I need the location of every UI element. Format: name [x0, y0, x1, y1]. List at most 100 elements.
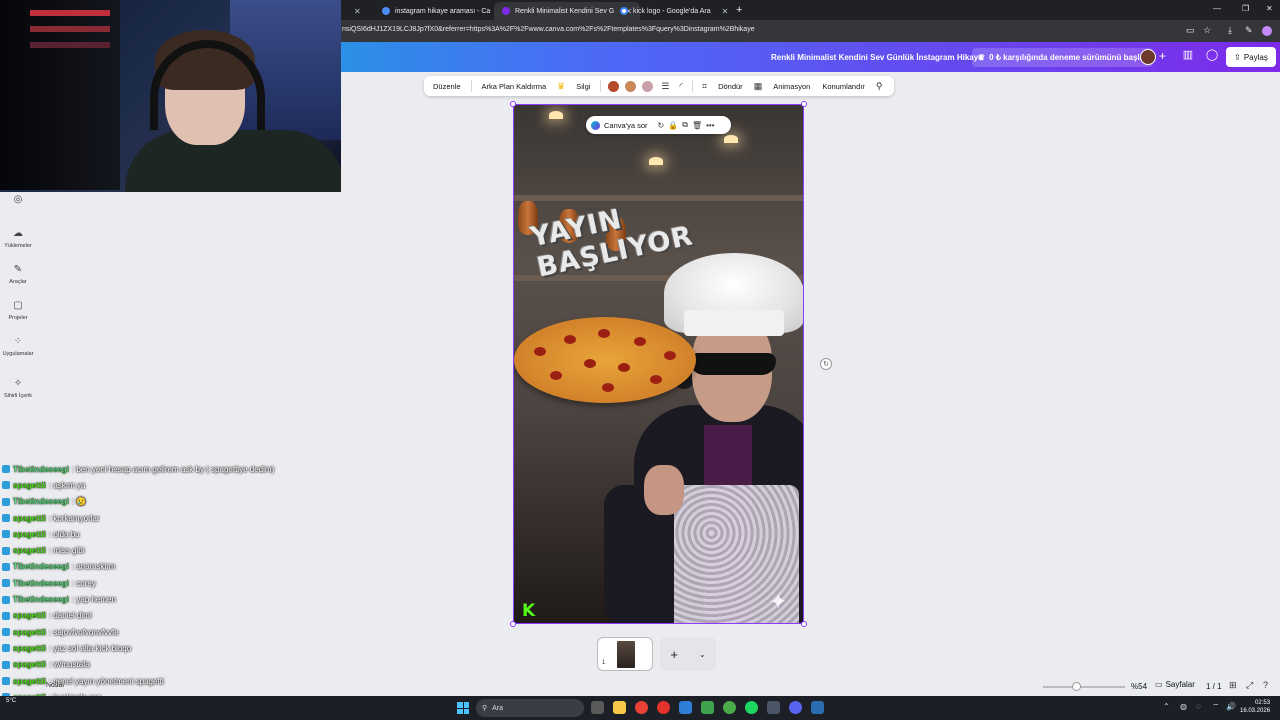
border-style-icon[interactable]: ☰	[657, 81, 673, 92]
chat-username[interactable]: Tibetindeseegi	[13, 464, 69, 473]
tray-app-icon[interactable]: ◍	[1180, 702, 1187, 711]
chat-username[interactable]: spagettii	[13, 676, 46, 685]
help-icon[interactable]: ?	[1263, 680, 1268, 690]
extensions-icon[interactable]: ✎	[1245, 25, 1253, 36]
eraser-button[interactable]: Silgi	[571, 79, 595, 94]
duplicate-icon[interactable]: ⧉	[682, 120, 688, 130]
pages-button[interactable]: ▭ Sayfalar	[1155, 680, 1195, 689]
close-icon[interactable]: ✕	[354, 7, 361, 16]
sidebar-item-uploads[interactable]: ☁ Yüklemeler	[0, 228, 36, 249]
discord-icon[interactable]	[789, 701, 802, 714]
color-swatch[interactable]	[625, 80, 637, 92]
rotate-button[interactable]: Döndür	[713, 79, 748, 94]
color-swatch[interactable]	[642, 80, 654, 92]
weather-widget[interactable]: 5°C	[6, 698, 16, 705]
taskbar-clock[interactable]: 02:53 16.03.2026	[1240, 699, 1270, 715]
maximize-icon[interactable]: ❐	[1242, 4, 1249, 13]
crown-icon: ♛	[978, 53, 986, 62]
app-icon[interactable]	[767, 701, 780, 714]
background-remover-button[interactable]: Arka Plan Kaldırma	[477, 79, 552, 94]
analytics-icon[interactable]: ▥	[1179, 48, 1197, 61]
close-icon[interactable]: ✕	[722, 7, 729, 16]
ceiling-light	[549, 111, 563, 119]
sidebar-item-tools[interactable]: ✎ Araçlar	[0, 264, 36, 285]
sidebar-item-apps[interactable]: ⁘ Uygulamalar	[0, 336, 36, 357]
zoom-slider[interactable]	[1043, 686, 1125, 688]
design-page[interactable]: YAYIN BAŞLIYOR K ✦	[513, 104, 804, 624]
download-icon[interactable]: ⤓	[1228, 25, 1232, 36]
zoom-level[interactable]: %54	[1131, 682, 1147, 691]
sidebar-item-magic[interactable]: ✧ Sihirli İçerik	[0, 378, 36, 399]
grid-view-icon[interactable]: ⊞	[1229, 680, 1237, 691]
chat-username[interactable]: Tibetindeseegi	[13, 579, 69, 588]
start-button[interactable]	[457, 702, 469, 714]
tab-close-prev[interactable]: ✕	[340, 2, 369, 20]
edit-button[interactable]: Düzenle	[428, 79, 466, 94]
wifi-icon[interactable]: ⌔	[1212, 702, 1220, 712]
animate-button[interactable]: Animasyon	[768, 79, 815, 94]
chat-username[interactable]: Tibetindeseegi	[13, 595, 69, 604]
start-trial-button[interactable]: ♛ 0 ₺ karşılığında deneme sürümünü başla…	[972, 48, 1153, 67]
chat-username[interactable]: spagettii	[13, 660, 46, 669]
chrome-icon[interactable]	[635, 701, 648, 714]
lock-icon[interactable]: 🔒	[668, 121, 678, 130]
chat-username[interactable]: Tibetindeseegi	[13, 562, 69, 571]
minimize-icon[interactable]: —	[1213, 4, 1221, 13]
chat-username[interactable]: Tibetindeseegi	[13, 497, 69, 506]
rotate-handle-icon[interactable]: ↻	[820, 358, 832, 370]
ask-canva-button[interactable]: Canva'ya sor	[604, 121, 648, 130]
add-collaborator-icon[interactable]: +	[1159, 49, 1166, 63]
app-icon[interactable]	[723, 701, 736, 714]
resize-handle[interactable]	[801, 101, 807, 107]
avatar[interactable]	[1140, 49, 1156, 65]
corner-rounding-icon[interactable]: ◜	[676, 81, 688, 92]
chat-username[interactable]: spagettii	[13, 530, 46, 539]
file-explorer-icon[interactable]	[613, 701, 626, 714]
resize-handle[interactable]	[510, 621, 516, 627]
tab-google-search[interactable]: kick logo - Google'da Ara ✕	[612, 2, 736, 20]
more-options-icon[interactable]: •••	[706, 121, 714, 130]
app-icon[interactable]	[701, 701, 714, 714]
app-icon[interactable]	[679, 701, 692, 714]
trash-icon[interactable]: 🗑	[692, 121, 702, 130]
bookmark-star-icon[interactable]: ☆	[1203, 25, 1211, 36]
comment-icon[interactable]: ◯	[1203, 48, 1221, 61]
zoom-slider-knob[interactable]	[1071, 682, 1081, 691]
tray-app-icon[interactable]: ◌	[1196, 702, 1201, 711]
app-icon[interactable]	[811, 701, 824, 714]
new-tab-icon[interactable]: +	[736, 4, 742, 16]
copy-style-icon[interactable]: ⚲	[872, 81, 887, 92]
opera-icon[interactable]	[657, 701, 670, 714]
refresh-icon[interactable]: ↻	[658, 121, 665, 130]
chevron-down-icon[interactable]: ⌄	[699, 650, 706, 659]
volume-icon[interactable]: 🔊	[1226, 702, 1236, 711]
resize-handle[interactable]	[510, 101, 516, 107]
position-button[interactable]: Konumlandır	[817, 79, 870, 94]
spotify-icon[interactable]	[745, 701, 758, 714]
sidebar-item-top[interactable]: ◎	[0, 194, 36, 209]
page-thumbnail[interactable]: 1	[597, 637, 653, 671]
chat-username[interactable]: spagettii	[13, 546, 46, 555]
kick-logo[interactable]: K	[522, 601, 535, 621]
transparency-icon[interactable]: ▦	[750, 81, 767, 92]
sidebar-item-projects[interactable]: ▢ Projeler	[0, 300, 36, 321]
crop-icon[interactable]: ⌗	[698, 81, 711, 92]
chat-username[interactable]: spagettii	[13, 627, 46, 636]
browser-profile-icon[interactable]	[1262, 26, 1272, 36]
tray-chevron-icon[interactable]: ⌃	[1163, 702, 1170, 711]
cast-icon[interactable]: ▭	[1186, 25, 1195, 36]
add-page-button[interactable]: + ⌄	[660, 637, 716, 671]
url-text[interactable]: nsiQSI6dHJ1ZX19LCJ8Jp7fX0&referrer=https…	[342, 26, 755, 33]
resize-handle[interactable]	[801, 621, 807, 627]
fullscreen-icon[interactable]: ⤢	[1246, 680, 1253, 691]
chat-username[interactable]: spagettii	[13, 481, 46, 490]
window-close-icon[interactable]: ✕	[1266, 4, 1273, 13]
color-swatch[interactable]	[608, 80, 620, 92]
document-title[interactable]: Renkli Minimalist Kendini Sev Günlük İns…	[771, 53, 983, 62]
chat-username[interactable]: spagettii	[13, 644, 46, 653]
chat-username[interactable]: spagettii	[13, 611, 46, 620]
chat-username[interactable]: spagettii	[13, 513, 46, 522]
share-button[interactable]: ⇪ Paylaş	[1226, 47, 1276, 67]
task-view-icon[interactable]	[591, 701, 604, 714]
taskbar-search[interactable]: ⚲ Ara	[476, 699, 584, 717]
